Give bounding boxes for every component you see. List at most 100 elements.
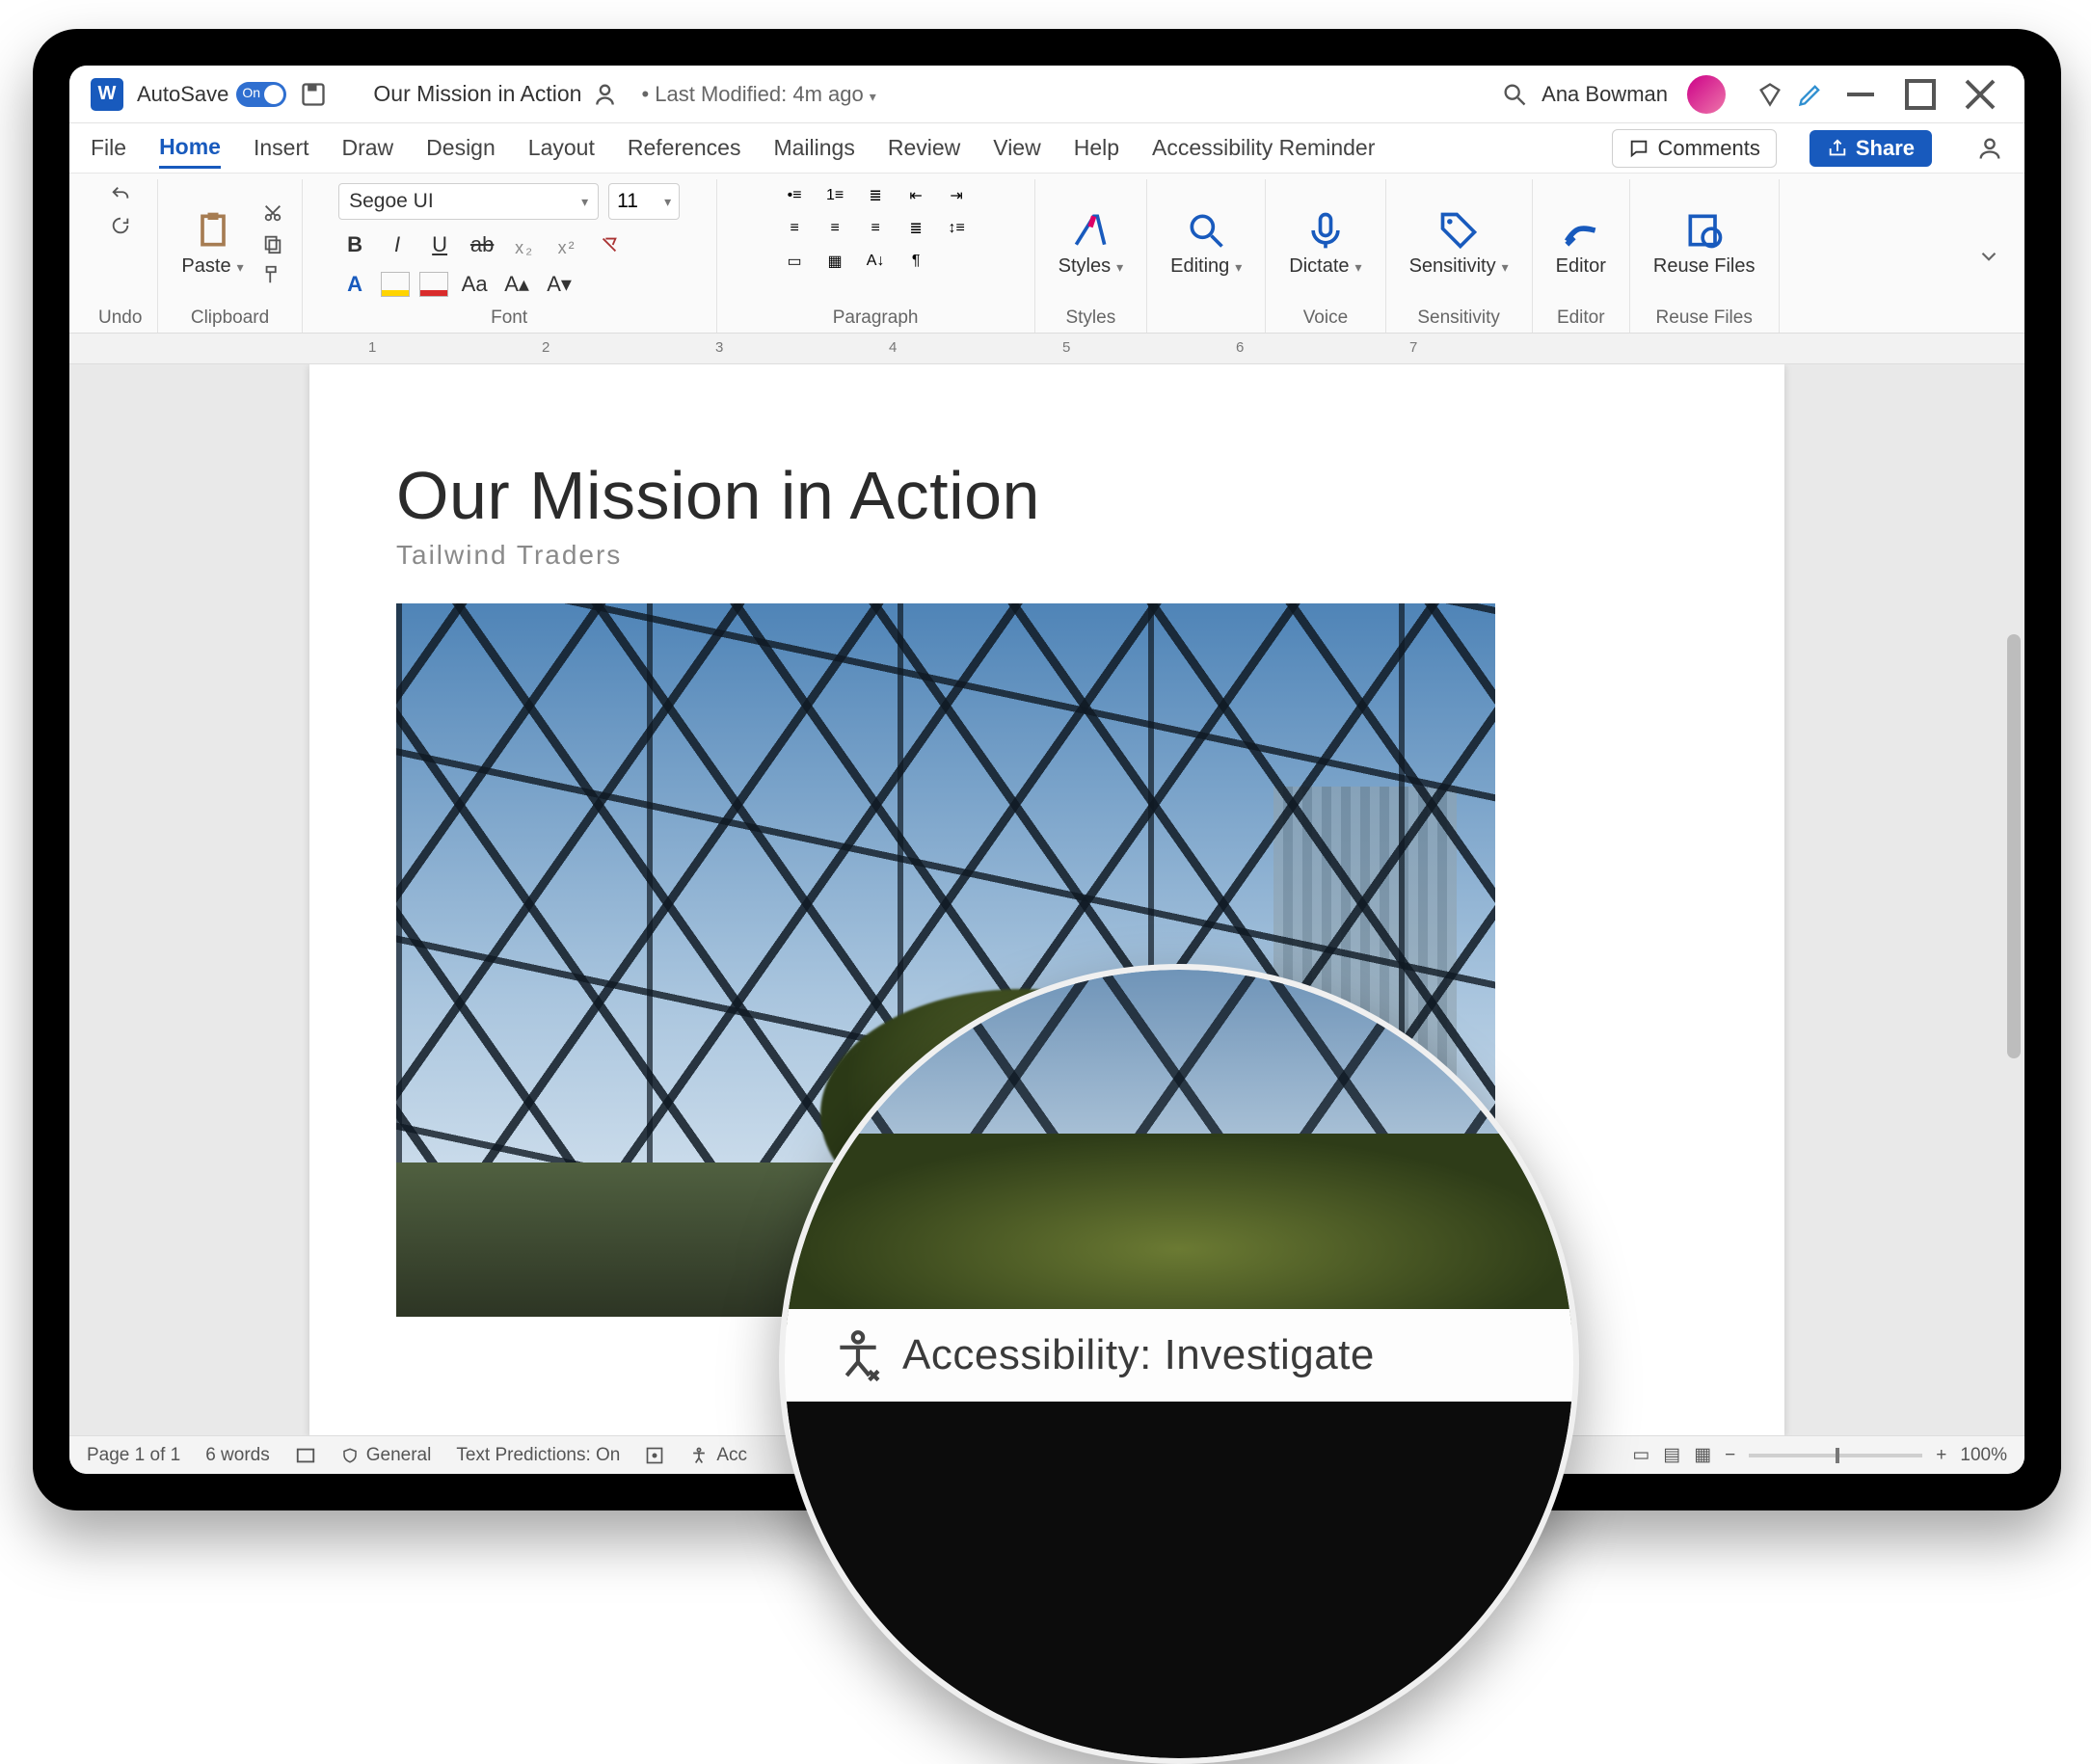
- editing-button[interactable]: Editing: [1163, 207, 1249, 280]
- multilevel-icon[interactable]: ≣: [860, 183, 891, 208]
- group-reuse-label: Reuse Files: [1656, 304, 1753, 333]
- share-people-icon[interactable]: [595, 81, 622, 108]
- status-macro-icon[interactable]: [645, 1446, 664, 1465]
- zoom-out-button[interactable]: −: [1725, 1445, 1735, 1466]
- account-manager-icon[interactable]: [1976, 135, 2003, 162]
- tab-home[interactable]: Home: [159, 128, 221, 169]
- last-modified[interactable]: • Last Modified: 4m ago: [641, 82, 875, 107]
- view-print-icon[interactable]: ▤: [1663, 1444, 1680, 1466]
- dictate-button[interactable]: Dictate: [1281, 207, 1369, 280]
- italic-button[interactable]: I: [381, 230, 414, 259]
- clipboard-icon: [192, 209, 234, 252]
- redo-icon[interactable]: [107, 214, 134, 237]
- tab-mailings[interactable]: Mailings: [773, 129, 854, 167]
- align-left-icon[interactable]: ≡: [779, 216, 810, 241]
- editor-button[interactable]: Editor: [1548, 207, 1614, 280]
- cut-icon[interactable]: [259, 201, 286, 225]
- sensitivity-label: Sensitivity: [1409, 255, 1509, 278]
- tab-accessibility-reminder[interactable]: Accessibility Reminder: [1152, 129, 1375, 167]
- status-focus[interactable]: General: [341, 1445, 432, 1466]
- change-case-button[interactable]: Aa: [458, 270, 491, 299]
- text-effects-icon[interactable]: A: [338, 270, 371, 299]
- inc-indent-icon[interactable]: ⇥: [941, 183, 972, 208]
- shading-icon[interactable]: ▭: [779, 249, 810, 274]
- styles-button[interactable]: Styles: [1051, 207, 1132, 280]
- sort-icon[interactable]: A↓: [860, 249, 891, 274]
- highlight-color-button[interactable]: [381, 272, 410, 297]
- zoom-value[interactable]: 100%: [1960, 1445, 2007, 1466]
- underline-button[interactable]: U: [423, 230, 456, 259]
- close-button[interactable]: [1957, 71, 2003, 118]
- maximize-button[interactable]: [1897, 71, 1944, 118]
- group-editor-label: Editor: [1557, 304, 1605, 333]
- clear-format-icon[interactable]: [593, 230, 626, 259]
- document-title[interactable]: Our Mission in Action: [373, 81, 581, 107]
- avatar[interactable]: [1687, 75, 1726, 114]
- grow-font-button[interactable]: A▴: [500, 270, 533, 299]
- share-button[interactable]: Share: [1810, 130, 1932, 167]
- strike-button[interactable]: ab: [466, 230, 498, 259]
- status-predictions[interactable]: Text Predictions: On: [456, 1445, 620, 1466]
- bold-button[interactable]: B: [338, 230, 371, 259]
- doc-subtitle[interactable]: Tailwind Traders: [396, 540, 1698, 571]
- ruler[interactable]: 1 2 3 4 5 6 7: [69, 334, 2024, 364]
- subscript-button[interactable]: x₂: [508, 233, 541, 262]
- view-web-icon[interactable]: ▦: [1694, 1444, 1711, 1466]
- align-center-icon[interactable]: ≡: [819, 216, 850, 241]
- callout-text: Accessibility: Investigate: [902, 1331, 1375, 1379]
- tab-design[interactable]: Design: [426, 129, 496, 167]
- tab-draw[interactable]: Draw: [342, 129, 394, 167]
- status-words[interactable]: 6 words: [205, 1445, 270, 1466]
- status-spellcheck-icon[interactable]: [295, 1445, 316, 1466]
- status-accessibility[interactable]: Acc: [689, 1445, 747, 1466]
- line-spacing-icon[interactable]: ↕≡: [941, 216, 972, 241]
- undo-icon[interactable]: [107, 183, 134, 206]
- tab-help[interactable]: Help: [1074, 129, 1119, 167]
- superscript-button[interactable]: x²: [550, 233, 583, 262]
- font-name-select[interactable]: Segoe UI: [338, 183, 599, 220]
- font-size-select[interactable]: 11: [608, 183, 680, 220]
- zoom-slider[interactable]: [1749, 1454, 1922, 1457]
- format-painter-icon[interactable]: [259, 263, 286, 286]
- paste-button[interactable]: Paste: [174, 207, 251, 280]
- bullets-icon[interactable]: •≡: [779, 183, 810, 208]
- view-focus-icon[interactable]: ▭: [1632, 1444, 1649, 1466]
- font-color-button[interactable]: [419, 272, 448, 297]
- tab-layout[interactable]: Layout: [528, 129, 595, 167]
- tab-view[interactable]: View: [993, 129, 1040, 167]
- doc-heading[interactable]: Our Mission in Action: [396, 457, 1698, 534]
- scroll-thumb[interactable]: [2007, 634, 2021, 1058]
- borders-icon[interactable]: ▦: [819, 249, 850, 274]
- minimize-button[interactable]: [1837, 71, 1884, 118]
- accessibility-icon: [831, 1328, 885, 1382]
- callout-bg-plant: [785, 1134, 1573, 1326]
- zoom-in-button[interactable]: +: [1936, 1445, 1946, 1466]
- status-page[interactable]: Page 1 of 1: [87, 1445, 180, 1466]
- show-marks-icon[interactable]: ¶: [900, 249, 931, 274]
- save-icon[interactable]: [300, 81, 327, 108]
- toggle-switch-icon[interactable]: On: [236, 82, 286, 107]
- collapse-ribbon-icon[interactable]: [1976, 244, 2011, 269]
- tab-references[interactable]: References: [628, 129, 741, 167]
- dec-indent-icon[interactable]: ⇤: [900, 183, 931, 208]
- sensitivity-button[interactable]: Sensitivity: [1402, 207, 1516, 280]
- search-icon[interactable]: [1501, 81, 1528, 108]
- copy-icon[interactable]: [259, 232, 286, 255]
- autosave-toggle[interactable]: AutoSave On: [137, 82, 286, 107]
- shrink-font-button[interactable]: A▾: [543, 270, 576, 299]
- tab-file[interactable]: File: [91, 129, 126, 167]
- group-editing: Editing: [1147, 179, 1266, 333]
- tab-insert[interactable]: Insert: [254, 129, 309, 167]
- comments-button[interactable]: Comments: [1612, 129, 1776, 168]
- vertical-scrollbar[interactable]: [2003, 364, 2021, 1435]
- numbering-icon[interactable]: 1≡: [819, 183, 850, 208]
- user-name[interactable]: Ana Bowman: [1541, 82, 1668, 107]
- justify-icon[interactable]: ≣: [900, 216, 931, 241]
- reuse-files-button[interactable]: Reuse Files: [1646, 207, 1763, 280]
- group-voice-label: Voice: [1303, 304, 1348, 333]
- diamond-icon[interactable]: [1756, 81, 1783, 108]
- align-right-icon[interactable]: ≡: [860, 216, 891, 241]
- status-focus-label: General: [366, 1445, 432, 1466]
- pen-sparkle-icon[interactable]: [1797, 81, 1824, 108]
- tab-review[interactable]: Review: [888, 129, 960, 167]
